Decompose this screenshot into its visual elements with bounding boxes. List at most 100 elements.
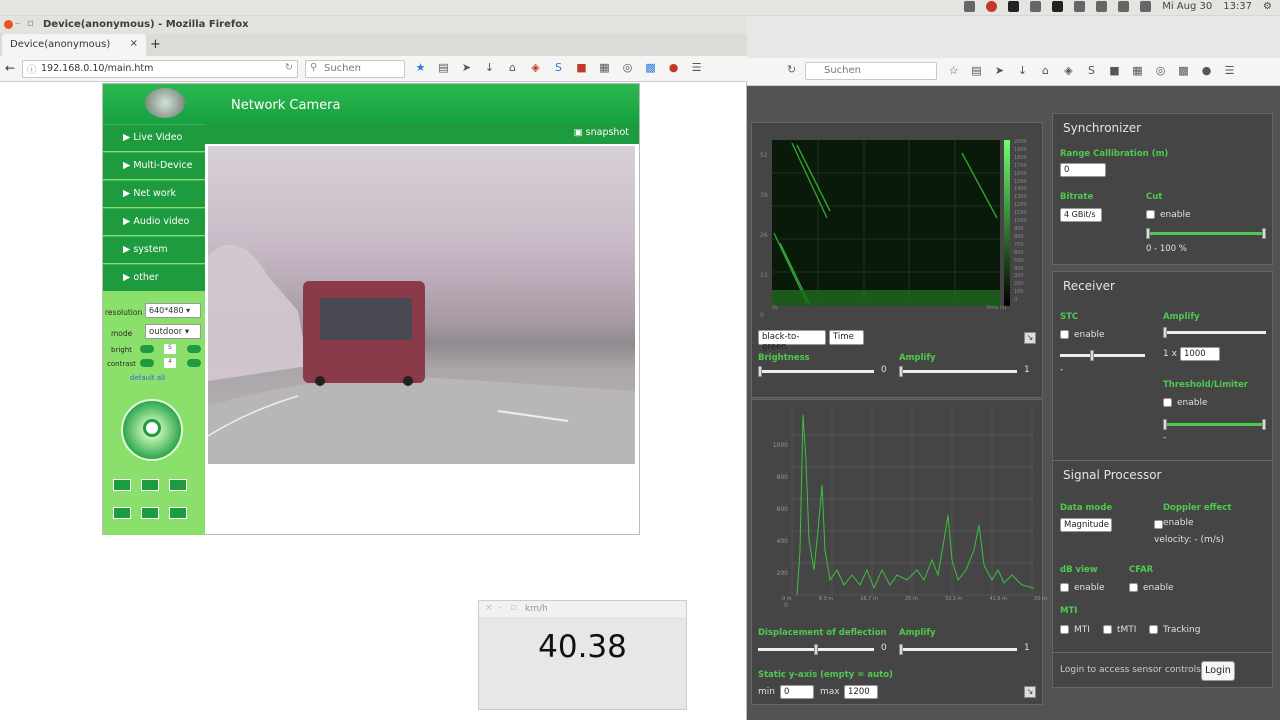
horizontal-patrol-icon[interactable] [141, 479, 159, 491]
data-mode-select[interactable]: Magnitude [1060, 518, 1112, 532]
volume-icon[interactable] [1140, 1, 1152, 12]
amplify2-slider[interactable] [899, 644, 1017, 655]
ext4-icon[interactable]: ▩ [1177, 64, 1190, 77]
download-icon[interactable]: ↓ [1016, 64, 1029, 77]
threshold-min-knob[interactable] [1163, 419, 1167, 430]
maximize-window-icon[interactable]: ▫ [27, 18, 34, 29]
stc-enable-checkbox[interactable] [1060, 330, 1069, 339]
bright-minus-button[interactable] [140, 345, 154, 353]
reload-icon[interactable]: ↻ [787, 63, 796, 76]
threshold-slider[interactable] [1163, 419, 1266, 430]
resolution-select[interactable]: 640*480 ▾ [145, 303, 201, 318]
time-text[interactable]: 13:37 [1223, 1, 1252, 12]
receiver-amplify-input[interactable]: 1000 [1180, 347, 1220, 361]
live-video-feed[interactable] [207, 146, 635, 464]
amplify2-knob[interactable] [899, 644, 903, 655]
dropbox-icon[interactable] [1008, 1, 1020, 12]
amplify-knob[interactable] [899, 366, 903, 377]
menu-icon[interactable]: ☰ [1223, 64, 1236, 77]
ext4-icon[interactable]: ▩ [644, 61, 657, 74]
cut-min-knob[interactable] [1146, 228, 1150, 239]
io-on-icon[interactable] [113, 507, 131, 519]
pocket-icon[interactable]: ◈ [529, 61, 542, 74]
displacement-slider[interactable] [758, 644, 874, 655]
s-icon[interactable]: S [1085, 64, 1098, 77]
contrast-plus-button[interactable] [187, 359, 201, 367]
stc-knob[interactable] [1090, 350, 1094, 361]
receiver-amplify-knob[interactable] [1163, 327, 1167, 338]
bluetooth-icon[interactable] [1074, 1, 1086, 12]
send-icon[interactable]: ➤ [460, 61, 473, 74]
s-icon[interactable]: S [552, 61, 565, 74]
colormap-select[interactable]: black-to-green [758, 330, 826, 352]
ext2-icon[interactable]: ▦ [598, 61, 611, 74]
menu-network[interactable]: ▶ Net work [103, 180, 205, 207]
radar-search-box[interactable]: Suchen [805, 62, 937, 80]
ext5-icon[interactable]: ● [1200, 64, 1213, 77]
close-window-icon[interactable] [4, 20, 13, 29]
wifi-icon[interactable] [1096, 1, 1108, 12]
ext1-icon[interactable]: ■ [575, 61, 588, 74]
url-bar[interactable]: ⓘ 192.168.0.10/main.htm ↻ [22, 60, 298, 78]
ptz-center-icon[interactable] [143, 419, 161, 437]
default-all-link[interactable]: default all [130, 374, 165, 382]
max-input[interactable]: 1200 [844, 685, 878, 699]
hamburger-menu-icon[interactable]: ☰ [690, 61, 703, 74]
speed-close-icon[interactable]: × [485, 603, 493, 613]
speed-minimize-icon[interactable]: – [498, 603, 503, 613]
pocket-icon[interactable]: ◈ [1062, 64, 1075, 77]
download-icon[interactable]: ↓ [483, 61, 496, 74]
mti-checkbox[interactable] [1060, 625, 1069, 634]
close-tab-icon[interactable]: × [130, 38, 138, 49]
amplify-slider[interactable] [899, 366, 1017, 377]
contrast-minus-button[interactable] [140, 359, 154, 367]
snapshot-button[interactable]: ▣ snapshot [574, 127, 629, 138]
home-icon[interactable]: ⌂ [1039, 64, 1052, 77]
mail-icon[interactable] [1118, 1, 1130, 12]
login-button[interactable]: Login [1201, 661, 1235, 681]
vertical-patrol-icon[interactable] [113, 479, 131, 491]
bookmark-star-icon[interactable]: ☆ [947, 64, 960, 77]
spectrum-fullscreen-icon[interactable]: ↘ [1024, 686, 1036, 698]
chrome-icon[interactable] [986, 1, 998, 12]
threshold-enable-checkbox[interactable] [1163, 398, 1172, 407]
cut-enable-checkbox[interactable] [1146, 210, 1155, 219]
db-view-checkbox[interactable] [1060, 583, 1069, 592]
home-icon[interactable]: ⌂ [506, 61, 519, 74]
menu-audio-video[interactable]: ▶ Audio video [103, 208, 205, 235]
fullscreen-toggle-icon[interactable]: ↘ [1024, 332, 1036, 344]
flip-icon[interactable] [169, 507, 187, 519]
cfar-checkbox[interactable] [1129, 583, 1138, 592]
ublock-icon[interactable]: ● [667, 61, 680, 74]
threshold-max-knob[interactable] [1262, 419, 1266, 430]
displacement-knob[interactable] [814, 644, 818, 655]
ext3-icon[interactable]: ◎ [1154, 64, 1167, 77]
tracking-checkbox[interactable] [1149, 625, 1158, 634]
io-off-icon[interactable] [141, 507, 159, 519]
tab-device[interactable]: Device(anonymous) × [2, 34, 146, 56]
brightness-knob[interactable] [758, 366, 762, 377]
ext1-icon[interactable]: ■ [1108, 64, 1121, 77]
reading-list-icon[interactable]: ▤ [970, 64, 983, 77]
keyboard-layout-icon[interactable] [1052, 1, 1064, 12]
cut-max-knob[interactable] [1262, 228, 1266, 239]
brightness-slider[interactable] [758, 366, 874, 377]
stc-slider[interactable] [1060, 350, 1145, 361]
receiver-amplify-slider[interactable] [1163, 327, 1266, 338]
minimize-window-icon[interactable]: – [15, 18, 20, 29]
ptz-control-wheel[interactable] [121, 399, 183, 461]
menu-other[interactable]: ▶ other [103, 264, 205, 291]
reload-icon[interactable]: ↻ [285, 62, 293, 73]
timeline-select[interactable]: Time [829, 330, 864, 345]
bitrate-select[interactable]: 4 GBit/s [1060, 208, 1102, 222]
range-calibration-input[interactable]: 0 [1060, 163, 1106, 177]
mode-select[interactable]: outdoor ▾ [145, 324, 201, 339]
min-input[interactable]: 0 [780, 685, 814, 699]
back-icon[interactable]: ← [5, 61, 15, 75]
power-gear-icon[interactable]: ⚙ [1263, 1, 1272, 12]
cruise-icon[interactable] [169, 479, 187, 491]
cut-range-slider[interactable] [1146, 228, 1266, 239]
menu-live-video[interactable]: ▶ Live Video [103, 124, 205, 151]
new-tab-icon[interactable]: + [150, 37, 161, 52]
reading-list-icon[interactable]: ▤ [437, 61, 450, 74]
